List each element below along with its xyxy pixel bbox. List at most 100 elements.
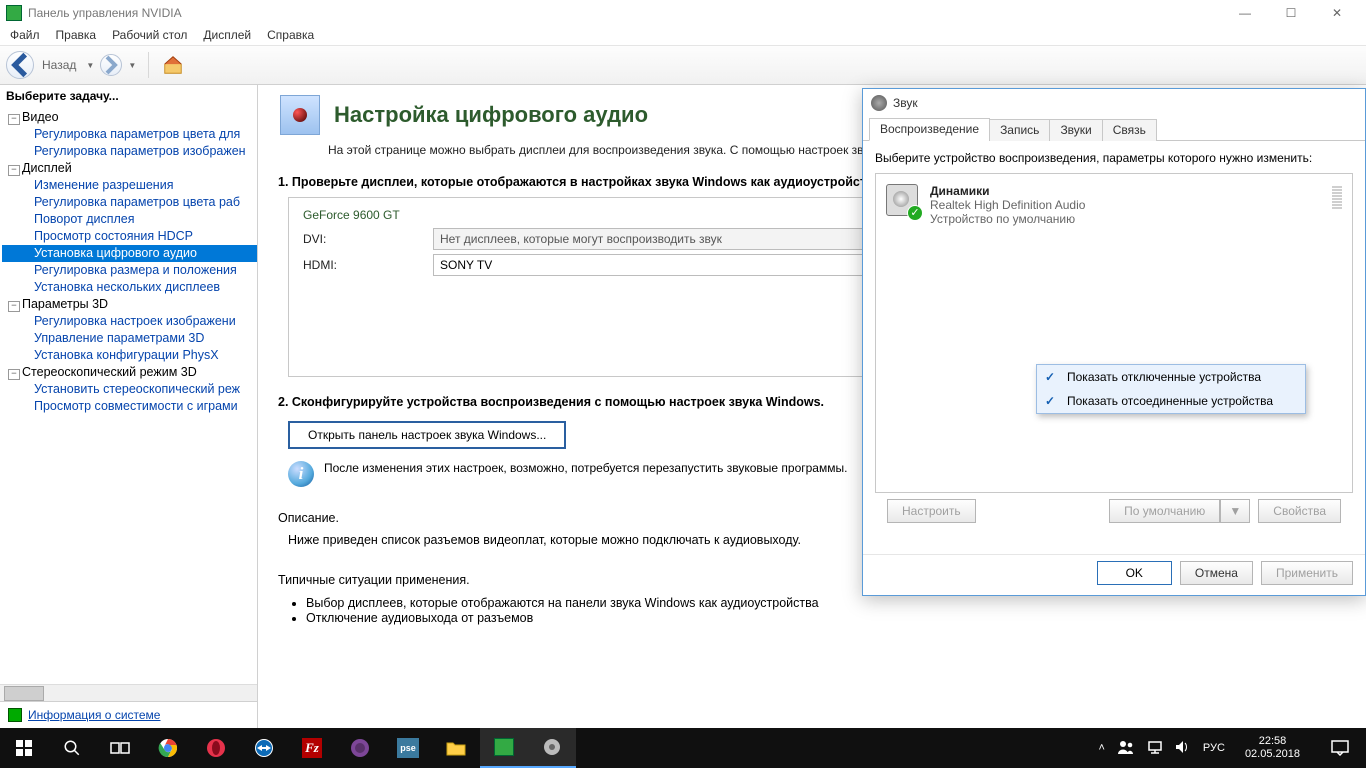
- taskbar-app-filezilla[interactable]: Fz: [288, 728, 336, 768]
- forward-history-dropdown[interactable]: ▼: [126, 61, 138, 70]
- chevron-down-icon[interactable]: ▼: [1220, 499, 1250, 523]
- nvidia-app-icon: [6, 5, 22, 21]
- titlebar: Панель управления NVIDIA — ☐ ✕: [0, 0, 1366, 25]
- tree-item[interactable]: Просмотр совместимости с играми: [2, 398, 257, 415]
- tree-item[interactable]: Установка конфигурации PhysX: [2, 347, 257, 364]
- properties-button[interactable]: Свойства: [1258, 499, 1341, 523]
- tree-item-selected[interactable]: Установка цифрового аудио: [2, 245, 257, 262]
- tree-item[interactable]: Регулировка параметров изображен: [2, 143, 257, 160]
- tree-item[interactable]: Регулировка размера и положения: [2, 262, 257, 279]
- toolbar-separator: [148, 52, 149, 78]
- usecase-item: Выбор дисплеев, которые отображаются на …: [306, 596, 1336, 610]
- ctx-show-disabled[interactable]: ✓Показать отключенные устройства: [1037, 365, 1305, 389]
- taskbar-app-sound[interactable]: [528, 728, 576, 768]
- page-title: Настройка цифрового аудио: [334, 102, 648, 128]
- tree-item[interactable]: Поворот дисплея: [2, 211, 257, 228]
- apply-button[interactable]: Применить: [1261, 561, 1353, 585]
- tab-sounds[interactable]: Звуки: [1049, 119, 1102, 141]
- tree-group-display[interactable]: −Дисплей: [2, 160, 257, 177]
- tab-comm[interactable]: Связь: [1102, 119, 1157, 141]
- tray-language[interactable]: РУС: [1203, 742, 1225, 754]
- sound-dialog-titlebar[interactable]: Звук: [863, 89, 1365, 117]
- forward-button[interactable]: [100, 54, 122, 76]
- taskbar: Fz pse ˄ РУС 22:58 02.05.2018: [0, 728, 1366, 768]
- device-context-menu: ✓Показать отключенные устройства ✓Показа…: [1036, 364, 1306, 414]
- restart-note-text: После изменения этих настроек, возможно,…: [324, 461, 847, 475]
- tray-volume-icon[interactable]: [1175, 740, 1191, 757]
- system-tray: ˄ РУС 22:58 02.05.2018: [1092, 728, 1366, 768]
- cancel-button[interactable]: Отмена: [1180, 561, 1253, 585]
- playback-device[interactable]: ✓ Динамики Realtek High Definition Audio…: [880, 180, 1348, 230]
- tree-group-video[interactable]: −Видео: [2, 109, 257, 126]
- start-button[interactable]: [0, 728, 48, 768]
- page-icon: [280, 95, 320, 135]
- level-meter-icon: [1332, 184, 1342, 226]
- close-button[interactable]: ✕: [1314, 0, 1360, 25]
- back-label: Назад: [42, 58, 76, 72]
- sysinfo-icon: [8, 708, 22, 722]
- task-view-button[interactable]: [96, 728, 144, 768]
- connector-label: DVI:: [303, 232, 433, 246]
- system-info-link[interactable]: Информация о системе: [28, 708, 160, 722]
- clock-date: 02.05.2018: [1245, 748, 1300, 761]
- search-button[interactable]: [48, 728, 96, 768]
- tree-item[interactable]: Регулировка настроек изображени: [2, 313, 257, 330]
- minimize-button[interactable]: —: [1222, 0, 1268, 25]
- taskbar-app-teamviewer[interactable]: [240, 728, 288, 768]
- back-button[interactable]: [6, 51, 34, 79]
- tree-item[interactable]: Управление параметрами 3D: [2, 330, 257, 347]
- configure-button[interactable]: Настроить: [887, 499, 976, 523]
- sound-dialog-title: Звук: [893, 96, 918, 110]
- menu-edit[interactable]: Правка: [48, 26, 105, 44]
- device-speaker-icon: ✓: [886, 184, 920, 218]
- home-button[interactable]: [159, 51, 187, 79]
- taskbar-app-explorer[interactable]: [432, 728, 480, 768]
- sound-tabs: Воспроизведение Запись Звуки Связь: [863, 117, 1365, 141]
- task-tree[interactable]: −Видео Регулировка параметров цвета для …: [0, 107, 257, 684]
- menu-desktop[interactable]: Рабочий стол: [104, 26, 195, 44]
- tray-network-icon[interactable]: [1147, 740, 1163, 757]
- taskbar-app-tor[interactable]: [336, 728, 384, 768]
- tree-item[interactable]: Просмотр состояния HDCP: [2, 228, 257, 245]
- sidebar-scrollbar[interactable]: [0, 684, 257, 701]
- device-driver: Realtek High Definition Audio: [930, 198, 1085, 212]
- tray-chevron-up-icon[interactable]: ˄: [1098, 742, 1104, 754]
- maximize-button[interactable]: ☐: [1268, 0, 1314, 25]
- system-info-link-row: Информация о системе: [0, 701, 257, 728]
- taskbar-app-opera[interactable]: [192, 728, 240, 768]
- tray-people-icon[interactable]: [1117, 739, 1135, 758]
- device-name: Динамики: [930, 184, 1085, 198]
- back-history-dropdown[interactable]: ▼: [84, 61, 96, 70]
- action-center-button[interactable]: [1320, 728, 1360, 768]
- playback-device-list[interactable]: ✓ Динамики Realtek High Definition Audio…: [875, 173, 1353, 493]
- tree-item[interactable]: Установка нескольких дисплеев: [2, 279, 257, 296]
- menu-display[interactable]: Дисплей: [195, 26, 259, 44]
- tab-recording[interactable]: Запись: [989, 119, 1050, 141]
- tray-clock[interactable]: 22:58 02.05.2018: [1237, 735, 1308, 761]
- taskbar-app-chrome[interactable]: [144, 728, 192, 768]
- menubar: Файл Правка Рабочий стол Дисплей Справка: [0, 25, 1366, 45]
- clock-time: 22:58: [1245, 735, 1300, 748]
- tree-item[interactable]: Регулировка параметров цвета раб: [2, 194, 257, 211]
- ctx-show-disconnected[interactable]: ✓Показать отсоединенные устройства: [1037, 389, 1305, 413]
- window-title: Панель управления NVIDIA: [28, 6, 1222, 20]
- sound-dialog: Звук Воспроизведение Запись Звуки Связь …: [862, 88, 1366, 596]
- tab-playback[interactable]: Воспроизведение: [869, 118, 990, 141]
- hdmi-value: SONY TV: [440, 258, 492, 272]
- set-default-button[interactable]: По умолчанию▼: [1109, 499, 1250, 523]
- ok-button[interactable]: OK: [1097, 561, 1172, 585]
- tree-item[interactable]: Установить стереоскопический реж: [2, 381, 257, 398]
- tree-group-stereo[interactable]: −Стереоскопический режим 3D: [2, 364, 257, 381]
- tree-item[interactable]: Изменение разрешения: [2, 177, 257, 194]
- menu-help[interactable]: Справка: [259, 26, 322, 44]
- tree-group-3d[interactable]: −Параметры 3D: [2, 296, 257, 313]
- taskbar-app-pse[interactable]: pse: [384, 728, 432, 768]
- tree-item[interactable]: Регулировка параметров цвета для: [2, 126, 257, 143]
- open-sound-settings-button[interactable]: Открыть панель настроек звука Windows...: [288, 421, 566, 449]
- dvi-value: Нет дисплеев, которые могут воспроизводи…: [440, 232, 722, 246]
- usecases-list: Выбор дисплеев, которые отображаются на …: [258, 591, 1366, 625]
- task-sidebar: Выберите задачу... −Видео Регулировка па…: [0, 85, 258, 728]
- menu-file[interactable]: Файл: [2, 26, 48, 44]
- taskbar-app-nvidia[interactable]: [480, 728, 528, 768]
- connector-label: HDMI:: [303, 258, 433, 272]
